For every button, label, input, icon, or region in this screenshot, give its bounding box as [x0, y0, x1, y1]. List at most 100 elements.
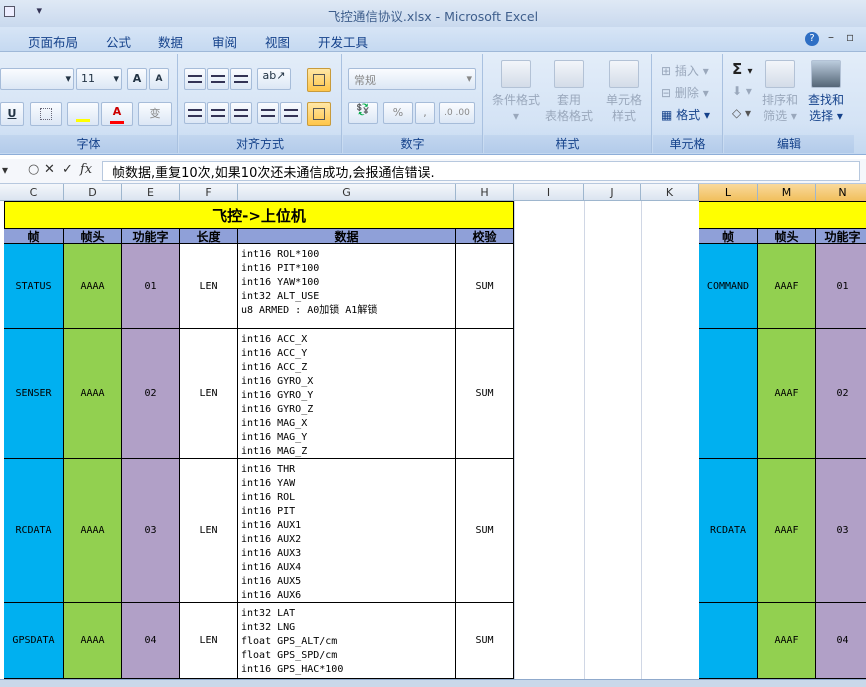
autosum-button[interactable]: Σ ▾ — [732, 60, 753, 78]
name-box-dropdown-icon[interactable]: ▾ — [2, 163, 8, 177]
check-icon[interactable]: ✓ — [62, 162, 73, 177]
column-header-F[interactable]: F — [180, 184, 238, 201]
func-cell[interactable]: 04 — [122, 603, 180, 679]
format-button[interactable]: ▦ 格式 ▾ — [661, 106, 710, 123]
font-size-box[interactable]: 11 ▾ — [76, 68, 122, 90]
head-cell[interactable]: AAAA — [64, 459, 122, 603]
header-4[interactable]: 数据 — [238, 229, 456, 244]
decimal-button[interactable]: .0 .00 — [439, 102, 475, 124]
head-cell[interactable]: AAAA — [64, 603, 122, 679]
header-2[interactable]: 功能字 — [122, 229, 180, 244]
tab-formulas[interactable]: 公式 — [106, 32, 131, 51]
comma-button[interactable]: , — [415, 102, 435, 124]
column-header-D[interactable]: D — [64, 184, 122, 201]
sum-cell[interactable]: SUM — [456, 329, 514, 459]
right-table-title[interactable] — [699, 201, 866, 229]
align-top-button[interactable] — [184, 68, 206, 90]
clear-button[interactable]: ◇ ▾ — [732, 106, 751, 120]
right-frame-cell[interactable] — [699, 603, 758, 679]
fill-color-button[interactable] — [67, 102, 99, 126]
header-5[interactable]: 校验 — [456, 229, 514, 244]
decrease-indent-button[interactable] — [257, 102, 279, 124]
header-0[interactable]: 帧 — [4, 229, 64, 244]
align-middle-button[interactable] — [207, 68, 229, 90]
tab-data[interactable]: 数据 — [158, 32, 183, 51]
column-header-H[interactable]: H — [456, 184, 514, 201]
help-icon[interactable]: ? — [805, 32, 819, 46]
align-bottom-button[interactable] — [230, 68, 252, 90]
func-cell[interactable]: 02 — [122, 329, 180, 459]
right-frame-cell[interactable] — [699, 329, 758, 459]
tab-view[interactable]: 视图 — [265, 32, 290, 51]
func-cell[interactable]: 01 — [122, 244, 180, 329]
head-cell[interactable]: AAAA — [64, 329, 122, 459]
right-head-cell[interactable]: AAAF — [758, 459, 816, 603]
phonetic-button[interactable]: 变 — [138, 102, 172, 126]
sum-cell[interactable]: SUM — [456, 459, 514, 603]
align-left-button[interactable] — [184, 102, 206, 124]
merge-center-button[interactable] — [307, 102, 331, 126]
cell-styles-button[interactable]: 单元格 样式 — [598, 60, 650, 124]
percent-button[interactable]: % — [383, 102, 413, 124]
delete-button[interactable]: ⊟ 删除 ▾ — [661, 84, 709, 101]
len-cell[interactable]: LEN — [180, 603, 238, 679]
frame-cell[interactable]: SENSER — [4, 329, 64, 459]
orientation-button[interactable]: ab↗ — [257, 68, 291, 90]
column-header-E[interactable]: E — [122, 184, 180, 201]
tab-developer[interactable]: 开发工具 — [318, 32, 368, 51]
column-header-C[interactable]: C — [4, 184, 64, 201]
func-cell[interactable]: 03 — [122, 459, 180, 603]
right-frame-cell[interactable]: COMMAND — [699, 244, 758, 329]
wrap-text-button[interactable] — [307, 68, 331, 92]
cancel-icon[interactable]: ○ — [28, 162, 39, 177]
len-cell[interactable]: LEN — [180, 244, 238, 329]
column-header-K[interactable]: K — [641, 184, 699, 201]
right-func-cell[interactable]: 04 — [816, 603, 866, 679]
right-header-0[interactable]: 帧 — [699, 229, 758, 244]
align-center-button[interactable] — [207, 102, 229, 124]
find-select-button[interactable]: 查找和 选择 ▾ — [804, 60, 848, 124]
conditional-format-button[interactable]: 条件格式 ▾ — [488, 60, 544, 124]
sort-filter-button[interactable]: 排序和 筛选 ▾ — [758, 60, 802, 124]
data-cell[interactable]: int16 ROL*100 int16 PIT*100 int16 YAW*100 i… — [238, 244, 456, 329]
head-cell[interactable]: AAAA — [64, 244, 122, 329]
number-format-box[interactable]: 常规 ▾ — [348, 68, 476, 90]
len-cell[interactable]: LEN — [180, 329, 238, 459]
font-color-button[interactable]: A — [101, 102, 133, 126]
border-button[interactable] — [30, 102, 62, 126]
header-1[interactable]: 帧头 — [64, 229, 122, 244]
data-cell[interactable]: int16 THR int16 YAW int16 ROL int16 PIT int1… — [238, 459, 456, 603]
right-header-1[interactable]: 帧头 — [758, 229, 816, 244]
right-head-cell[interactable]: AAAF — [758, 244, 816, 329]
font-name-box[interactable]: ▾ — [0, 68, 74, 90]
column-header-J[interactable]: J — [584, 184, 641, 201]
column-header-L[interactable]: L — [699, 184, 758, 201]
increase-indent-button[interactable] — [280, 102, 302, 124]
data-cell[interactable]: int16 ACC_X int16 ACC_Y int16 ACC_Z int16 G… — [238, 329, 456, 459]
column-header-N[interactable]: N — [816, 184, 866, 201]
column-header-I[interactable]: I — [514, 184, 584, 201]
table-title[interactable]: 飞控->上位机 — [4, 201, 514, 229]
right-func-cell[interactable]: 02 — [816, 329, 866, 459]
underline-button[interactable]: U — [0, 102, 24, 126]
frame-cell[interactable]: RCDATA — [4, 459, 64, 603]
column-header-G[interactable]: G — [238, 184, 456, 201]
align-right-button[interactable] — [230, 102, 252, 124]
right-func-cell[interactable]: 01 — [816, 244, 866, 329]
insert-function-icon[interactable]: fx — [80, 162, 92, 177]
currency-button[interactable]: 💱 — [348, 102, 378, 124]
insert-button[interactable]: ⊞ 插入 ▾ — [661, 62, 709, 79]
grow-font-button[interactable]: A — [127, 68, 147, 90]
tab-page-layout[interactable]: 页面布局 — [28, 32, 78, 51]
fill-button[interactable]: ⬇ ▾ — [732, 84, 752, 98]
close-icon[interactable]: ✕ — [44, 162, 55, 177]
column-header-M[interactable]: M — [758, 184, 816, 201]
right-header-2[interactable]: 功能字 — [816, 229, 866, 244]
worksheet-grid[interactable]: 飞控->上位机帧帧头 功能字 长度 数据 校验帧帧头 功能字 STATUS AAAA 01 LEN… — [0, 201, 866, 679]
frame-cell[interactable]: GPSDATA — [4, 603, 64, 679]
sum-cell[interactable]: SUM — [456, 603, 514, 679]
right-head-cell[interactable]: AAAF — [758, 603, 816, 679]
tab-review[interactable]: 审阅 — [212, 32, 237, 51]
header-3[interactable]: 长度 — [180, 229, 238, 244]
minimize-ribbon-icon[interactable]: – — [828, 30, 834, 44]
